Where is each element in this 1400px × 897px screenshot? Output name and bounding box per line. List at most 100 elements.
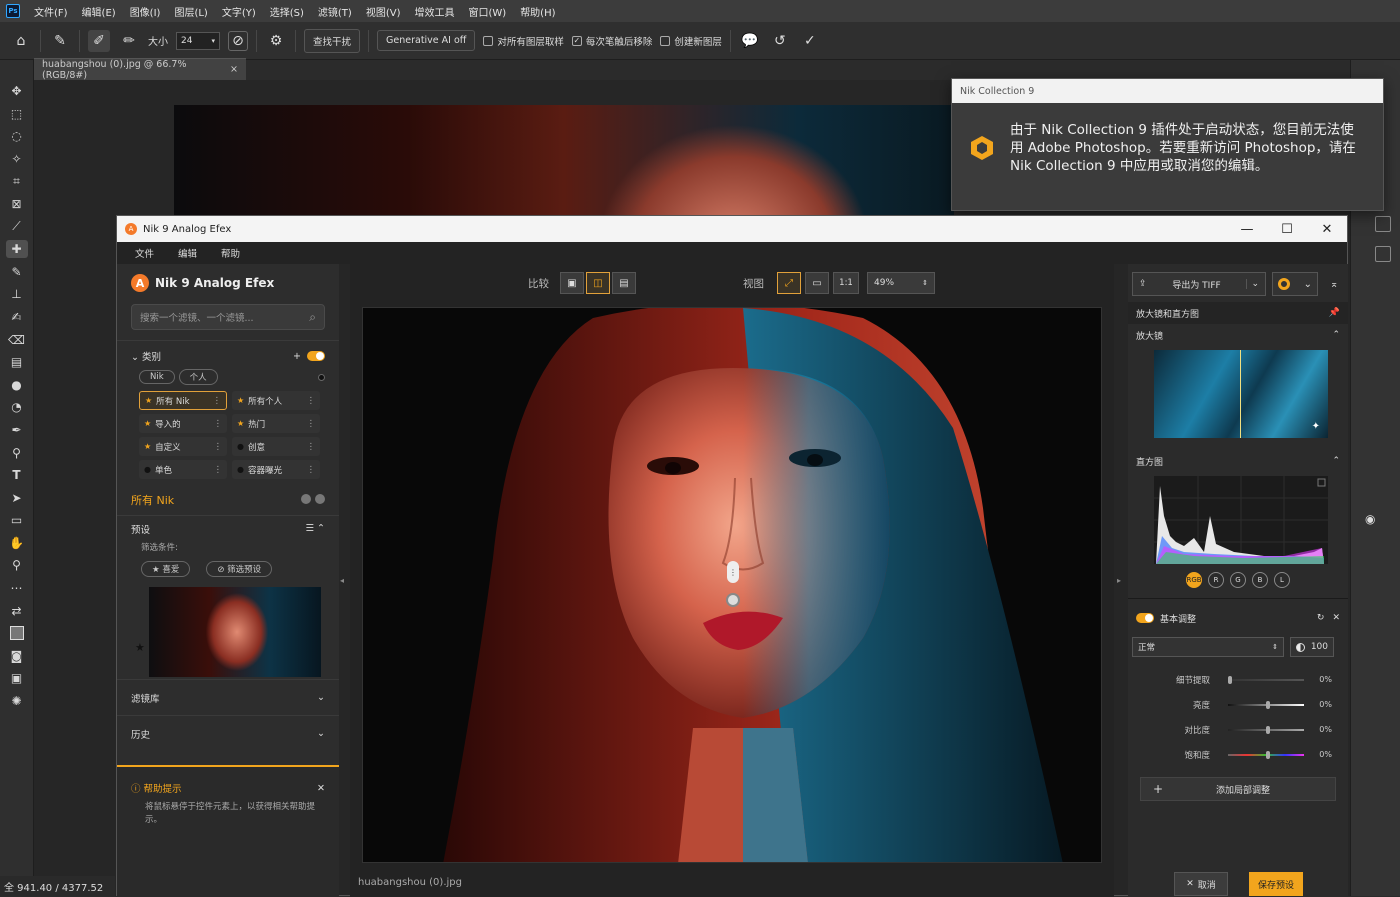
screen-mode-icon[interactable]: ▣ [6, 669, 28, 687]
slider-track[interactable] [1228, 750, 1304, 759]
more-icon[interactable]: ⋮ [307, 465, 316, 475]
preview-image[interactable]: ⋮ [362, 307, 1102, 863]
menu-view[interactable]: 视图(V) [366, 4, 401, 19]
eye-icon[interactable]: ◉ [1365, 512, 1375, 526]
maximize-icon[interactable]: ☐ [1267, 216, 1307, 242]
pin-icon[interactable]: 📌 [1329, 308, 1340, 318]
color-swatch-icon[interactable] [6, 624, 28, 642]
eraser-tool-icon[interactable]: ⌫ [6, 331, 28, 349]
more-icon[interactable]: ⋮ [214, 465, 223, 475]
menu-window[interactable]: 窗口(W) [468, 4, 506, 19]
slider-track[interactable] [1228, 725, 1304, 734]
menu-edit[interactable]: 编辑(E) [82, 4, 116, 19]
category-item[interactable]: ★ 自定义 ⋮ [139, 437, 227, 456]
opacity-input[interactable]: 100 [1290, 637, 1334, 657]
sample-all-layers-checkbox[interactable]: 对所有图层取样 [483, 34, 564, 48]
pen-alt-tool-icon[interactable]: ⚲ [6, 444, 28, 462]
chevron-up-icon[interactable]: ⌃ [1332, 456, 1340, 466]
categories-toggle[interactable] [307, 351, 325, 361]
fill-view-icon[interactable]: ▭ [805, 272, 829, 294]
filter-pill-personal[interactable]: 个人 [178, 369, 218, 385]
minimize-icon[interactable]: — [1227, 216, 1267, 242]
nik-menu-help[interactable]: 帮助 [221, 246, 240, 260]
gear-icon[interactable]: ⚙ [265, 30, 287, 52]
chevron-down-icon[interactable]: ⌄ [317, 728, 325, 739]
cancel-button[interactable]: ✕ 取消 [1174, 872, 1228, 896]
hist-b-button[interactable]: B [1252, 572, 1268, 588]
close-icon[interactable]: × [230, 64, 238, 75]
menu-select[interactable]: 选择(S) [270, 4, 304, 19]
more-tools-icon[interactable]: ⋯ [6, 579, 28, 597]
add-local-adjust-button[interactable]: + 添加局部调整 [1140, 777, 1336, 801]
menu-type[interactable]: 文字(Y) [222, 4, 256, 19]
slider-track[interactable] [1228, 675, 1304, 684]
nik-menu-button[interactable]: ⌄ [1272, 272, 1318, 296]
pin-icon[interactable]: ✦ [1312, 421, 1320, 432]
compare-single-icon[interactable]: ▣ [560, 272, 584, 294]
rectangle-tool-icon[interactable]: ▭ [6, 511, 28, 529]
lasso-tool-icon[interactable]: ◌ [6, 127, 28, 145]
blend-mode-select[interactable]: 正常 ⇕ [1132, 637, 1284, 657]
more-icon[interactable]: ⋮ [307, 419, 316, 429]
menu-filter[interactable]: 滤镜(T) [318, 4, 352, 19]
swap-colors-icon[interactable]: ⇄ [6, 602, 28, 620]
menu-help[interactable]: 帮助(H) [520, 4, 555, 19]
slider-knob[interactable] [1266, 750, 1270, 759]
options-icon[interactable] [315, 493, 325, 504]
close-icon[interactable]: ✕ [317, 783, 325, 794]
basic-adjust-toggle[interactable] [1136, 613, 1154, 623]
add-icon[interactable]: + [293, 351, 301, 362]
category-item[interactable]: ● 创意 ⋮ [232, 437, 320, 456]
brush-mode-icon[interactable]: ✐ [88, 29, 110, 52]
gradient-tool-icon[interactable]: ▤ [6, 353, 28, 371]
collapse-panel-icon[interactable]: ⌅ [1330, 279, 1338, 290]
more-icon[interactable]: ⋮ [214, 442, 223, 452]
hist-g-button[interactable]: G [1230, 572, 1246, 588]
history-brush-tool-icon[interactable]: ✍ [6, 308, 28, 326]
remove-after-stroke-checkbox[interactable]: ✓ 每次笔触后移除 [571, 34, 652, 48]
frame-tool-icon[interactable]: ⊠ [6, 195, 28, 213]
brush-alt-icon[interactable]: ✏ [118, 30, 140, 52]
star-icon[interactable]: ★ [135, 641, 145, 654]
menu-file[interactable]: 文件(F) [34, 4, 68, 19]
pressure-icon[interactable]: ⊘ [228, 30, 248, 51]
magic-wand-tool-icon[interactable]: ✧ [6, 150, 28, 168]
find-distractions-button[interactable]: 查找干扰 [304, 28, 361, 53]
document-tab[interactable]: huabangshou (0).jpg @ 66.7%(RGB/8#) × [34, 58, 246, 81]
close-icon[interactable]: ✕ [1332, 613, 1340, 623]
create-new-layer-checkbox[interactable]: 创建新图层 [660, 34, 722, 48]
size-input[interactable]: 24 ▾ [176, 31, 220, 50]
quick-mask-icon[interactable]: ◙ [6, 647, 28, 665]
blur-tool-icon[interactable]: ● [6, 376, 28, 394]
pen-tool-icon[interactable]: ✒ [6, 421, 28, 439]
undo-icon[interactable]: ↺ [769, 30, 791, 52]
hist-rgb-button[interactable]: RGB [1186, 572, 1202, 588]
hand-tool-icon[interactable]: ✋ [6, 534, 28, 552]
filter-presets-button[interactable]: ⊘ 筛选预设 [206, 561, 273, 577]
home-icon[interactable]: ⌂ [10, 30, 32, 52]
more-icon[interactable]: ⋮ [213, 396, 222, 406]
menu-image[interactable]: 图像(I) [130, 4, 161, 19]
loupe-view[interactable]: ✦ [1154, 350, 1328, 438]
chevron-up-icon[interactable]: ⌃ [1332, 330, 1340, 340]
slider-knob[interactable] [1228, 675, 1232, 684]
healing-tool-icon[interactable]: ✚ [5, 240, 28, 259]
more-icon[interactable]: ⋮ [307, 442, 316, 452]
type-tool-icon[interactable]: T [6, 466, 28, 484]
more-icon[interactable]: ⋮ [214, 419, 223, 429]
menu-layer[interactable]: 图层(L) [174, 4, 207, 19]
panel-icon[interactable] [1375, 246, 1391, 262]
panel-icon[interactable] [1375, 216, 1391, 232]
nik-menu-edit[interactable]: 编辑 [178, 246, 197, 260]
remove-tool-icon[interactable]: ✎ [49, 30, 71, 52]
eyedropper-tool-icon[interactable]: ⟋ [6, 218, 28, 236]
category-item[interactable]: ★ 热门 ⋮ [232, 414, 320, 433]
more-icon[interactable]: ⋮ [307, 396, 316, 406]
collapse-right-icon[interactable]: ▸ [1117, 576, 1121, 585]
save-preset-button[interactable]: 保存预设 [1249, 872, 1303, 896]
menu-plugins[interactable]: 增效工具 [414, 4, 454, 19]
control-point-handle[interactable]: ⋮ [727, 561, 739, 583]
move-tool-icon[interactable]: ✥ [6, 82, 28, 100]
control-point-anchor-icon[interactable] [726, 593, 740, 607]
generative-icon[interactable]: ✺ [6, 692, 28, 710]
